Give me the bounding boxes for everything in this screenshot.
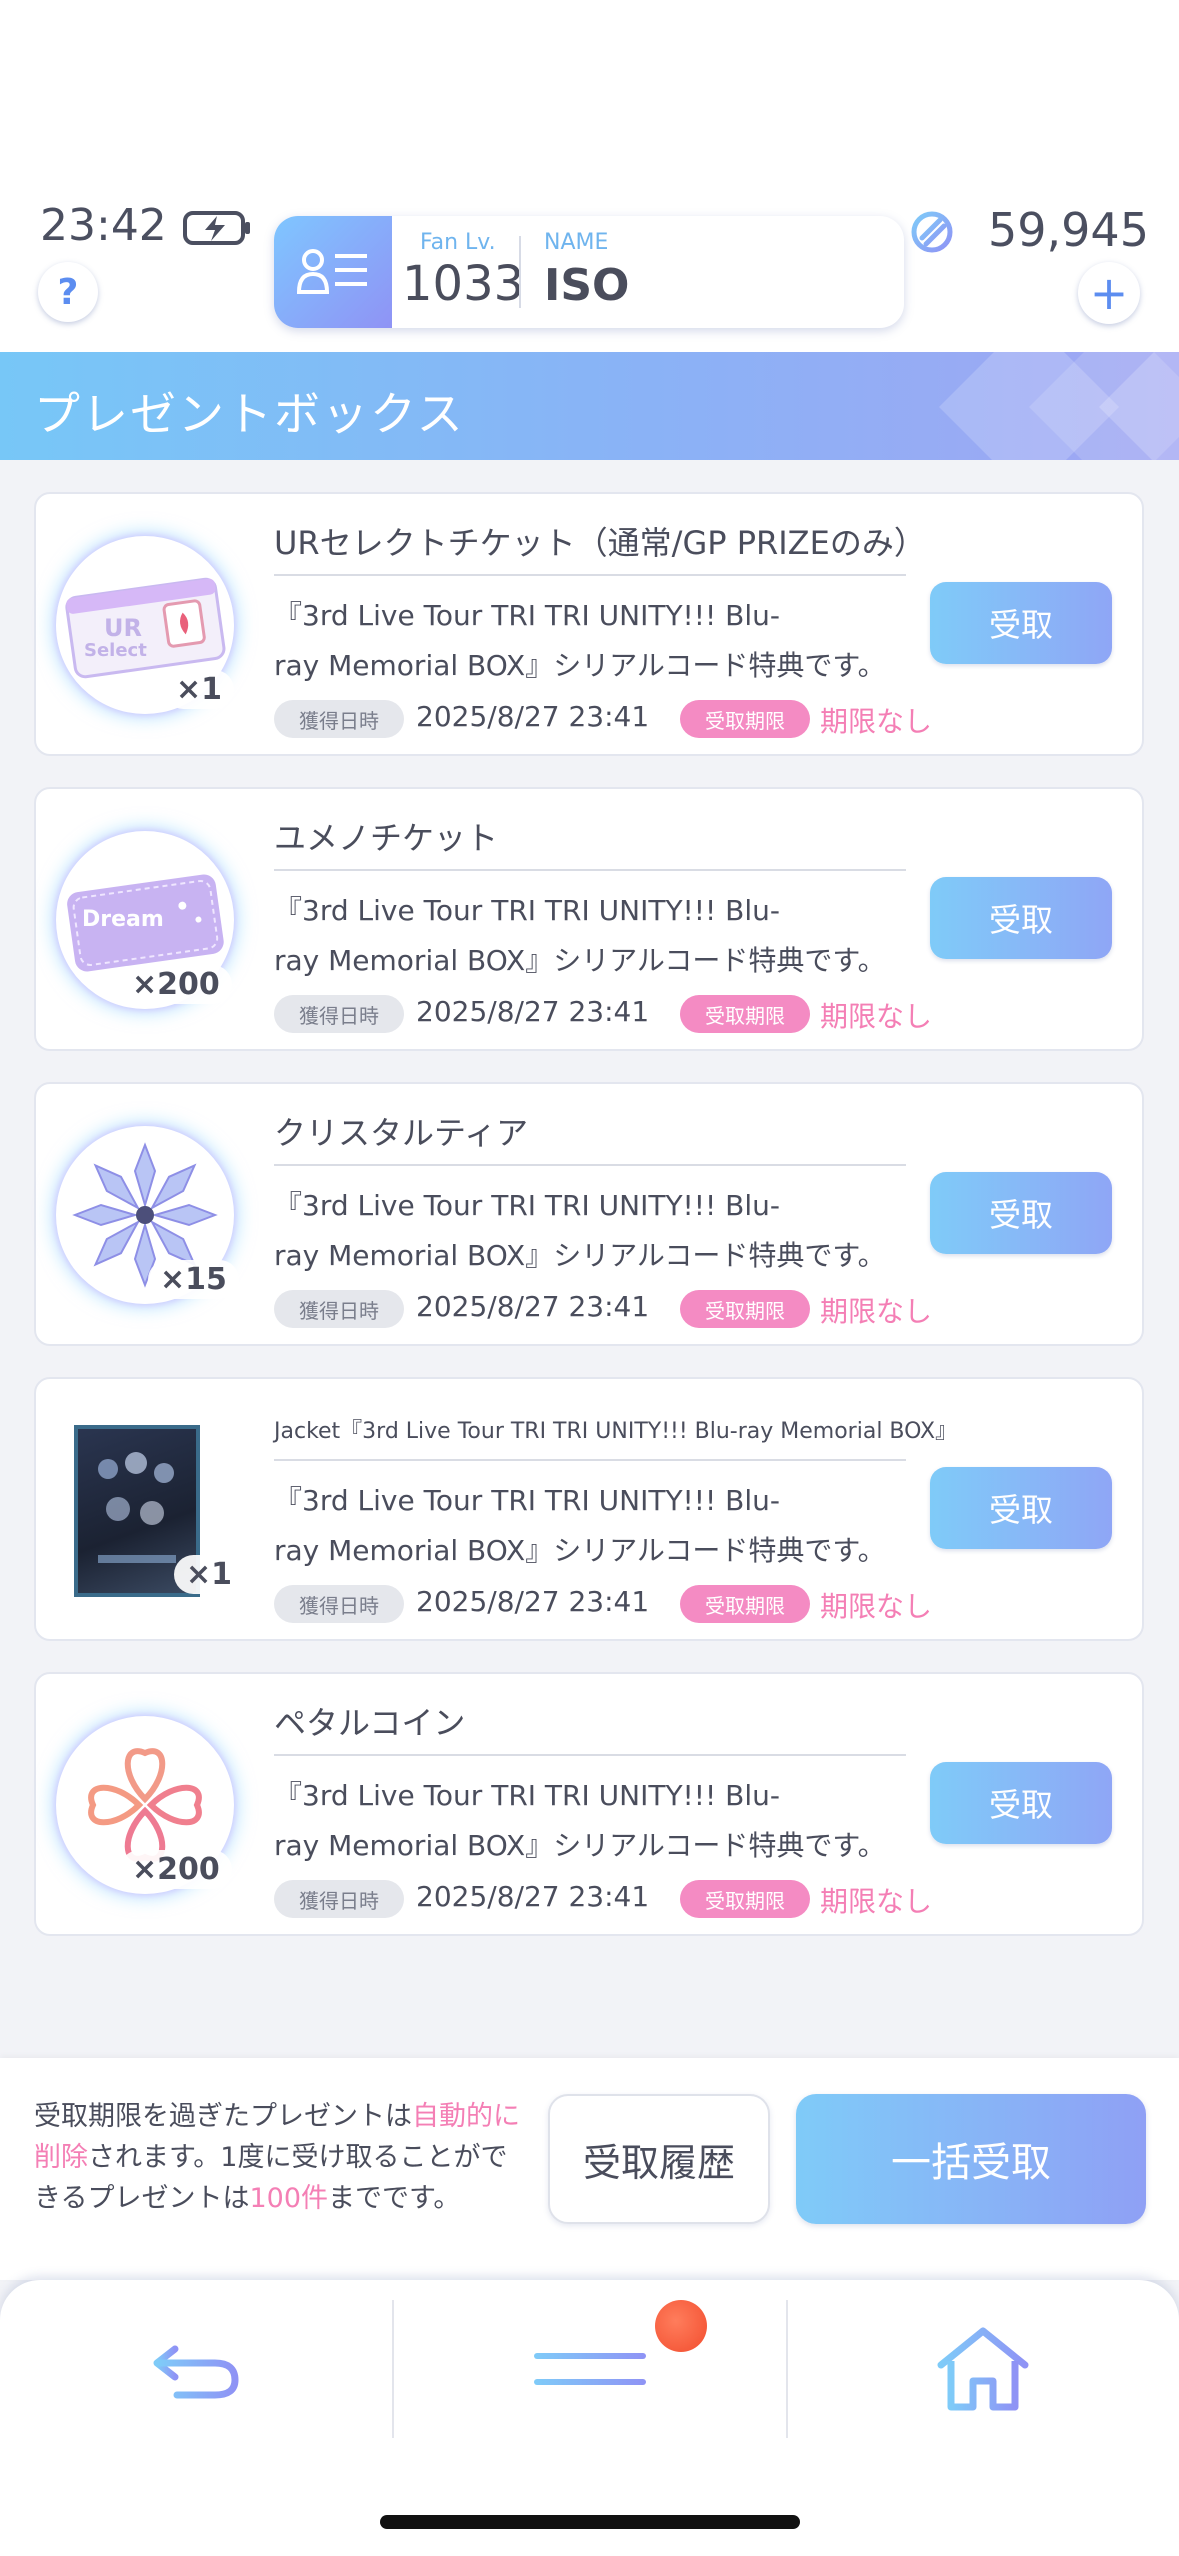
present-item: Dream ×200 ユメノチケット 『3rd Live Tour TRI TR… (34, 787, 1144, 1051)
thumb-ur-label: UR (104, 614, 142, 642)
profile-card[interactable]: Fan Lv. 1033 NAME ISO (274, 216, 904, 328)
add-currency-button[interactable]: + (1078, 262, 1140, 324)
currency-amount: 59,945 (988, 203, 1149, 257)
receive-button[interactable]: 受取 (930, 582, 1112, 664)
thumb-dream-label: Dream (82, 907, 164, 932)
obtain-date: 2025/8/27 23:41 (416, 1880, 650, 1913)
back-button[interactable] (0, 2280, 393, 2460)
obtain-date-tag: 獲得日時 (274, 700, 404, 738)
item-description-line2: ray Memorial BOX』シリアルコード特典です。 (274, 1534, 886, 1567)
profile-divider (519, 236, 521, 308)
item-description-line1: 『3rd Live Tour TRI TRI UNITY!!! Blu- (274, 1484, 780, 1517)
item-quantity: ×200 (120, 1850, 232, 1889)
present-item: ×15 クリスタルティア 『3rd Live Tour TRI TRI UNIT… (34, 1082, 1144, 1346)
obtain-date-tag: 獲得日時 (274, 1880, 404, 1918)
page-title: プレゼントボックス (34, 387, 465, 441)
item-quantity: ×15 (148, 1260, 239, 1299)
title-underline (274, 869, 906, 871)
title-underline (274, 574, 906, 576)
expiry-notice: 受取期限を過ぎたプレゼントは自動的に削除されます。1度に受け取ることができるプレ… (34, 2096, 534, 2219)
receive-button[interactable]: 受取 (930, 1467, 1112, 1549)
menu-button[interactable] (393, 2280, 786, 2460)
notice-limit-count: 100件 (249, 2183, 329, 2214)
home-icon (937, 2327, 1028, 2411)
battery-charging-icon (183, 211, 250, 245)
receive-limit-tag: 受取期限 (680, 995, 810, 1033)
help-button[interactable]: ? (38, 262, 98, 322)
plus-icon: + (1089, 266, 1129, 320)
header-area: 23:42 ? Fan Lv. 1033 NAME ISO 59,945 + (0, 0, 1179, 352)
receive-button[interactable]: 受取 (930, 1762, 1112, 1844)
fan-level-value: 1033 (402, 256, 525, 312)
bulk-receive-button[interactable]: 一括受取 (796, 2094, 1146, 2224)
obtain-date-tag: 獲得日時 (274, 1290, 404, 1328)
item-quantity: ×1 (174, 1555, 245, 1594)
obtain-date: 2025/8/27 23:41 (416, 995, 650, 1028)
item-quantity: ×1 (164, 670, 235, 709)
obtain-date: 2025/8/27 23:41 (416, 700, 650, 733)
title-underline (274, 1459, 906, 1461)
obtain-date-tag: 獲得日時 (274, 1585, 404, 1623)
receive-limit-value: 期限なし (820, 1295, 933, 1328)
receive-limit-tag: 受取期限 (680, 1880, 810, 1918)
thumb-select-label: Select (84, 640, 147, 661)
coin-icon (911, 211, 953, 253)
receive-button[interactable]: 受取 (930, 1172, 1112, 1254)
notice-part-a: 受取期限を過ぎたプレゼントは (34, 2101, 412, 2132)
receive-limit-tag: 受取期限 (680, 1585, 810, 1623)
receive-limit-value: 期限なし (820, 1885, 933, 1918)
profile-icon (274, 216, 392, 328)
item-title: Jacket『3rd Live Tour TRI TRI UNITY!!! Bl… (274, 1419, 958, 1444)
home-button[interactable] (786, 2280, 1179, 2460)
item-description-line1: 『3rd Live Tour TRI TRI UNITY!!! Blu- (274, 1189, 780, 1222)
item-title: ユメノチケット (274, 819, 499, 857)
item-description-line1: 『3rd Live Tour TRI TRI UNITY!!! Blu- (274, 599, 780, 632)
receive-limit-value: 期限なし (820, 705, 933, 738)
back-arrow-icon (153, 2345, 239, 2399)
receive-limit-tag: 受取期限 (680, 1290, 810, 1328)
title-underline (274, 1164, 906, 1166)
item-title: クリスタルティア (274, 1114, 529, 1152)
item-quantity: ×200 (120, 965, 232, 1004)
item-description-line2: ray Memorial BOX』シリアルコード特典です。 (274, 1829, 886, 1862)
home-indicator[interactable] (380, 2515, 800, 2529)
fan-level-label: Fan Lv. (420, 230, 496, 255)
banner-decoration (939, 352, 1179, 460)
item-description-line2: ray Memorial BOX』シリアルコード特典です。 (274, 944, 886, 977)
name-label: NAME (544, 230, 609, 255)
item-title: URセレクトチケット（通常/GP PRIZEのみ） (274, 524, 926, 562)
item-title: ペタルコイン (274, 1704, 466, 1742)
item-description-line2: ray Memorial BOX』シリアルコード特典です。 (274, 649, 886, 682)
menu-icon (533, 2353, 646, 2385)
receive-button[interactable]: 受取 (930, 877, 1112, 959)
present-item: ×1 Jacket『3rd Live Tour TRI TRI UNITY!!!… (34, 1377, 1144, 1641)
item-description-line2: ray Memorial BOX』シリアルコード特典です。 (274, 1239, 886, 1272)
item-description-line1: 『3rd Live Tour TRI TRI UNITY!!! Blu- (274, 1779, 780, 1812)
user-list-icon (296, 249, 367, 294)
receive-limit-tag: 受取期限 (680, 700, 810, 738)
question-icon: ? (57, 271, 79, 313)
notice-part-e: までです。 (328, 2183, 461, 2214)
item-description-line1: 『3rd Live Tour TRI TRI UNITY!!! Blu- (274, 894, 780, 927)
title-underline (274, 1754, 906, 1756)
page-title-banner: プレゼントボックス (0, 352, 1179, 460)
notification-badge (655, 2300, 707, 2352)
obtain-date: 2025/8/27 23:41 (416, 1585, 650, 1618)
present-item: UR Select ×1 URセレクトチケット（通常/GP PRIZEのみ） 『… (34, 492, 1144, 756)
status-time: 23:42 (40, 200, 167, 251)
footer-actions: 受取期限を過ぎたプレゼントは自動的に削除されます。1度に受け取ることができるプレ… (0, 2058, 1179, 2280)
receive-limit-value: 期限なし (820, 1590, 933, 1623)
obtain-date-tag: 獲得日時 (274, 995, 404, 1033)
obtain-date: 2025/8/27 23:41 (416, 1290, 650, 1323)
receive-limit-value: 期限なし (820, 1000, 933, 1033)
present-item: ×200 ペタルコイン 『3rd Live Tour TRI TRI UNITY… (34, 1672, 1144, 1936)
player-name: ISO (544, 260, 630, 311)
receive-history-button[interactable]: 受取履歴 (548, 2094, 770, 2224)
